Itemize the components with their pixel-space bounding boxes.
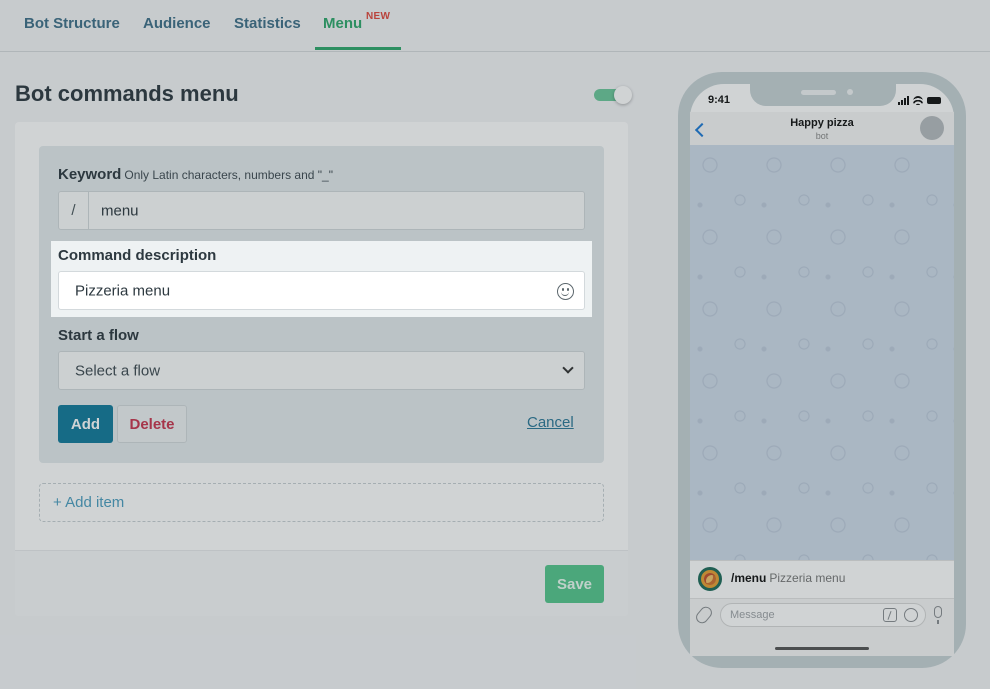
add-item-button[interactable]: + Add item: [39, 483, 604, 522]
keyword-label-text: Keyword: [58, 166, 122, 183]
tab-audience[interactable]: Audience: [143, 15, 211, 32]
tab-menu-label: Menu: [323, 15, 363, 32]
signal-bar: [904, 98, 906, 105]
page-title: Bot commands menu: [15, 81, 239, 106]
keyword-label: Keyword Only Latin characters, numbers an…: [58, 166, 333, 183]
command-suggestion-text: /menu Pizzeria menu: [731, 571, 845, 585]
slash-command-icon[interactable]: [883, 608, 897, 622]
flow-select-value: Select a flow: [75, 362, 161, 379]
toggle-knob: [614, 86, 632, 104]
keyword-prefix: /: [59, 192, 89, 229]
avatar[interactable]: [920, 116, 944, 140]
delete-button[interactable]: Delete: [117, 405, 187, 443]
description-value: Pizzeria menu: [75, 282, 171, 299]
tab-statistics[interactable]: Statistics: [234, 15, 301, 32]
command-name: /menu: [731, 571, 767, 585]
new-badge: NEW: [366, 11, 391, 22]
flow-select[interactable]: Select a flow: [58, 351, 585, 390]
emoji-icon[interactable]: [557, 283, 574, 300]
battery-icon: [927, 97, 941, 104]
pizza-icon: [698, 567, 722, 591]
phone-camera: [847, 89, 853, 95]
status-icons: [898, 96, 943, 105]
signal-bar: [901, 100, 903, 105]
active-tab-underline: [315, 47, 401, 50]
chat-title: Happy pizza: [790, 117, 854, 129]
signal-bar: [907, 96, 909, 105]
tab-menu[interactable]: Menu NEW: [323, 11, 390, 32]
home-indicator: [775, 647, 869, 650]
chat-background: [690, 145, 954, 560]
sticker-icon[interactable]: [904, 608, 918, 622]
cancel-link[interactable]: Cancel: [527, 414, 574, 431]
phone-notch: [750, 84, 896, 106]
tab-bar: Bot Structure Audience Statistics Menu N…: [0, 0, 990, 52]
signal-icon: [898, 102, 900, 105]
chevron-down-icon: [562, 362, 574, 374]
add-button[interactable]: Add: [58, 405, 113, 443]
save-button[interactable]: Save: [545, 565, 604, 603]
microphone-icon[interactable]: [934, 606, 942, 624]
phone-speaker: [801, 90, 836, 95]
description-input[interactable]: Pizzeria menu: [58, 271, 585, 310]
keyword-value: menu: [101, 202, 139, 219]
keyword-hint: Only Latin characters, numbers and "_": [124, 168, 333, 182]
flow-label: Start a flow: [58, 327, 139, 344]
description-label: Command description: [58, 247, 217, 264]
keyword-input[interactable]: / menu: [58, 191, 585, 230]
status-time: 9:41: [708, 94, 731, 106]
phone-bottom-area: [690, 632, 954, 656]
wifi-icon: [913, 96, 923, 105]
command-description: Pizzeria menu: [769, 571, 846, 585]
menu-enabled-toggle[interactable]: [594, 86, 632, 104]
card-footer: [15, 550, 628, 616]
tab-bot-structure[interactable]: Bot Structure: [24, 15, 120, 32]
chat-subtitle: bot: [815, 131, 829, 141]
